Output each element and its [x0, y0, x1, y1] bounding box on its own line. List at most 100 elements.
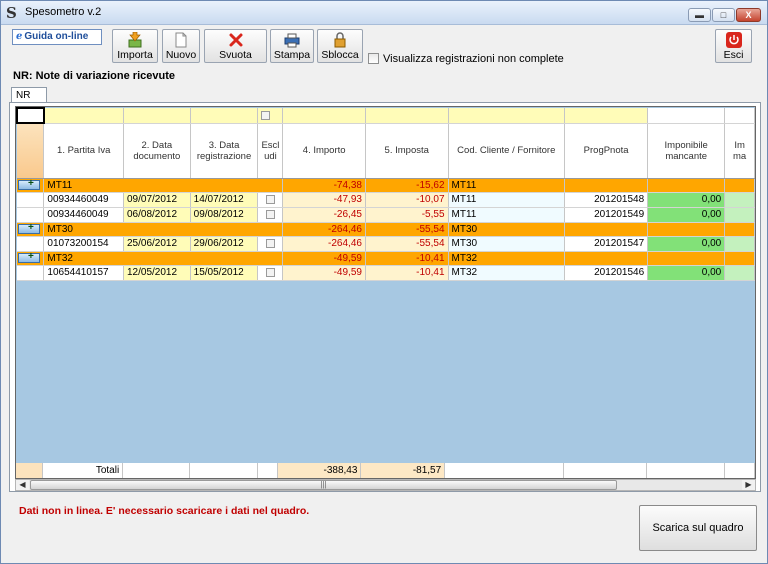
- cell-progpnota[interactable]: 201201549: [564, 207, 649, 223]
- filter-cell[interactable]: [448, 108, 566, 124]
- cell-imposta[interactable]: -55,54: [365, 236, 449, 252]
- escludi-checkbox[interactable]: [265, 238, 275, 248]
- cell-cod-cliente[interactable]: MT11: [448, 192, 566, 208]
- maximize-button[interactable]: □: [712, 8, 735, 22]
- cell-cod-cliente[interactable]: MT11: [448, 207, 566, 223]
- visualizza-checkbox[interactable]: [368, 53, 379, 64]
- guida-online-button[interactable]: ℯ Guida on-line: [12, 29, 102, 45]
- cell-data-documento[interactable]: 25/06/2012: [123, 236, 191, 252]
- scarica-button[interactable]: Scarica sul quadro: [639, 505, 757, 551]
- row-selector[interactable]: [17, 236, 45, 252]
- header-imposta[interactable]: 5. Imposta: [365, 123, 449, 179]
- filter-cell[interactable]: [647, 108, 726, 124]
- cell-importo[interactable]: -47,93: [282, 192, 366, 208]
- header-data-documento[interactable]: 2. Data documento: [123, 123, 191, 179]
- importa-button[interactable]: Importa: [112, 29, 158, 63]
- filter-cell[interactable]: [564, 108, 649, 124]
- cell-progpnota[interactable]: 201201546: [564, 265, 649, 281]
- cell-progpnota[interactable]: 201201547: [564, 236, 649, 252]
- group-toggle[interactable]: [17, 222, 45, 237]
- cell-progpnota[interactable]: 201201548: [564, 192, 649, 208]
- expand-icon[interactable]: [18, 251, 40, 263]
- filter-checkbox[interactable]: [261, 110, 271, 120]
- minimize-button[interactable]: ▬: [688, 8, 711, 22]
- cell-importo[interactable]: -264,46: [282, 236, 366, 252]
- cell-data-registrazione[interactable]: 15/05/2012: [190, 265, 259, 281]
- expand-icon[interactable]: [18, 178, 40, 190]
- table-row[interactable]: 00934460049 06/08/2012 09/08/2012 -26,45…: [17, 207, 755, 223]
- cell-partita-iva[interactable]: 01073200154: [43, 236, 124, 252]
- header-data-registrazione[interactable]: 3. Data registrazione: [190, 123, 259, 179]
- tab-nr[interactable]: NR: [11, 87, 47, 103]
- cell-data-registrazione[interactable]: 14/07/2012: [190, 192, 259, 208]
- cell-imposta[interactable]: -10,07: [365, 192, 449, 208]
- header-progpnota[interactable]: ProgPnota: [564, 123, 649, 179]
- cell-data-documento[interactable]: 09/07/2012: [123, 192, 191, 208]
- row-selector[interactable]: [17, 207, 45, 223]
- cell-escludi[interactable]: [257, 192, 284, 208]
- cell-partita-iva[interactable]: 10654410157: [43, 265, 124, 281]
- filter-cell[interactable]: [257, 108, 284, 124]
- group-toggle[interactable]: [17, 178, 45, 193]
- cell-data-registrazione[interactable]: 29/06/2012: [190, 236, 259, 252]
- esci-button[interactable]: Esci: [715, 29, 752, 63]
- escludi-checkbox[interactable]: [265, 194, 275, 204]
- header-partita-iva[interactable]: 1. Partita Iva: [43, 123, 124, 179]
- table-row[interactable]: 10654410157 12/05/2012 15/05/2012 -49,59…: [17, 265, 755, 281]
- filter-cell[interactable]: [724, 108, 755, 124]
- cell-imponibile-mancante[interactable]: 0,00: [647, 236, 726, 252]
- cell-imposta-mancante[interactable]: [724, 192, 755, 208]
- cell-escludi[interactable]: [257, 236, 284, 252]
- header-importo[interactable]: 4. Importo: [282, 123, 366, 179]
- group-toggle[interactable]: [17, 251, 45, 266]
- group-row[interactable]: MT11 -74,38 -15,62 MT11: [17, 178, 755, 193]
- stampa-button[interactable]: Stampa: [270, 29, 314, 63]
- filter-cell[interactable]: [365, 108, 449, 124]
- header-escludi[interactable]: Escl udi: [257, 123, 284, 179]
- close-button[interactable]: X: [736, 8, 761, 22]
- cell-cod-cliente[interactable]: MT30: [448, 236, 566, 252]
- table-row[interactable]: 01073200154 25/06/2012 29/06/2012 -264,4…: [17, 236, 755, 252]
- cell-escludi[interactable]: [257, 265, 284, 281]
- cell-partita-iva[interactable]: 00934460049: [43, 192, 124, 208]
- cell-escludi[interactable]: [257, 207, 284, 223]
- cell-imposta-mancante[interactable]: [724, 207, 755, 223]
- svuota-button[interactable]: Svuota: [204, 29, 267, 63]
- visualizza-checkbox-row[interactable]: Visualizza registrazioni non complete: [368, 53, 564, 65]
- cell-imponibile-mancante[interactable]: 0,00: [647, 207, 726, 223]
- cell-imponibile-mancante[interactable]: 0,00: [647, 265, 726, 281]
- expand-icon[interactable]: [18, 222, 40, 234]
- escludi-checkbox[interactable]: [265, 267, 275, 277]
- horizontal-scrollbar[interactable]: ◀ ||| ▶: [15, 479, 756, 491]
- group-row[interactable]: MT32 -49,59 -10,41 MT32: [17, 251, 755, 266]
- group-row[interactable]: MT30 -264,46 -55,54 MT30: [17, 222, 755, 237]
- filter-cell[interactable]: [123, 108, 191, 124]
- cell-imponibile-mancante[interactable]: 0,00: [647, 192, 726, 208]
- filter-cell[interactable]: [43, 108, 124, 124]
- escludi-checkbox[interactable]: [265, 209, 275, 219]
- cell-data-documento[interactable]: 12/05/2012: [123, 265, 191, 281]
- cell-data-registrazione[interactable]: 09/08/2012: [190, 207, 259, 223]
- cell-imposta[interactable]: -5,55: [365, 207, 449, 223]
- cell-importo[interactable]: -26,45: [282, 207, 366, 223]
- row-selector[interactable]: [17, 265, 45, 281]
- scroll-right-icon[interactable]: ▶: [742, 480, 755, 490]
- header-cod-cliente[interactable]: Cod. Cliente / Fornitore: [448, 123, 566, 179]
- cell-imposta-mancante[interactable]: [724, 265, 755, 281]
- filter-cell[interactable]: [190, 108, 259, 124]
- cell-imposta-mancante[interactable]: [724, 236, 755, 252]
- cell-cod-cliente[interactable]: MT32: [448, 265, 566, 281]
- header-imposta-mancante[interactable]: Im ma: [724, 123, 755, 179]
- scroll-left-icon[interactable]: ◀: [16, 480, 29, 490]
- header-selector[interactable]: [17, 123, 45, 179]
- filter-cell[interactable]: [282, 108, 366, 124]
- cell-data-documento[interactable]: 06/08/2012: [123, 207, 191, 223]
- cell-importo[interactable]: -49,59: [282, 265, 366, 281]
- table-row[interactable]: 00934460049 09/07/2012 14/07/2012 -47,93…: [17, 192, 755, 208]
- row-selector[interactable]: [17, 192, 45, 208]
- scrollbar-thumb[interactable]: |||: [30, 480, 617, 490]
- data-grid[interactable]: 1. Partita Iva 2. Data documento 3. Data…: [15, 106, 756, 479]
- header-imponibile-mancante[interactable]: Imponibile mancante: [647, 123, 726, 179]
- cell-imposta[interactable]: -10,41: [365, 265, 449, 281]
- cell-partita-iva[interactable]: 00934460049: [43, 207, 124, 223]
